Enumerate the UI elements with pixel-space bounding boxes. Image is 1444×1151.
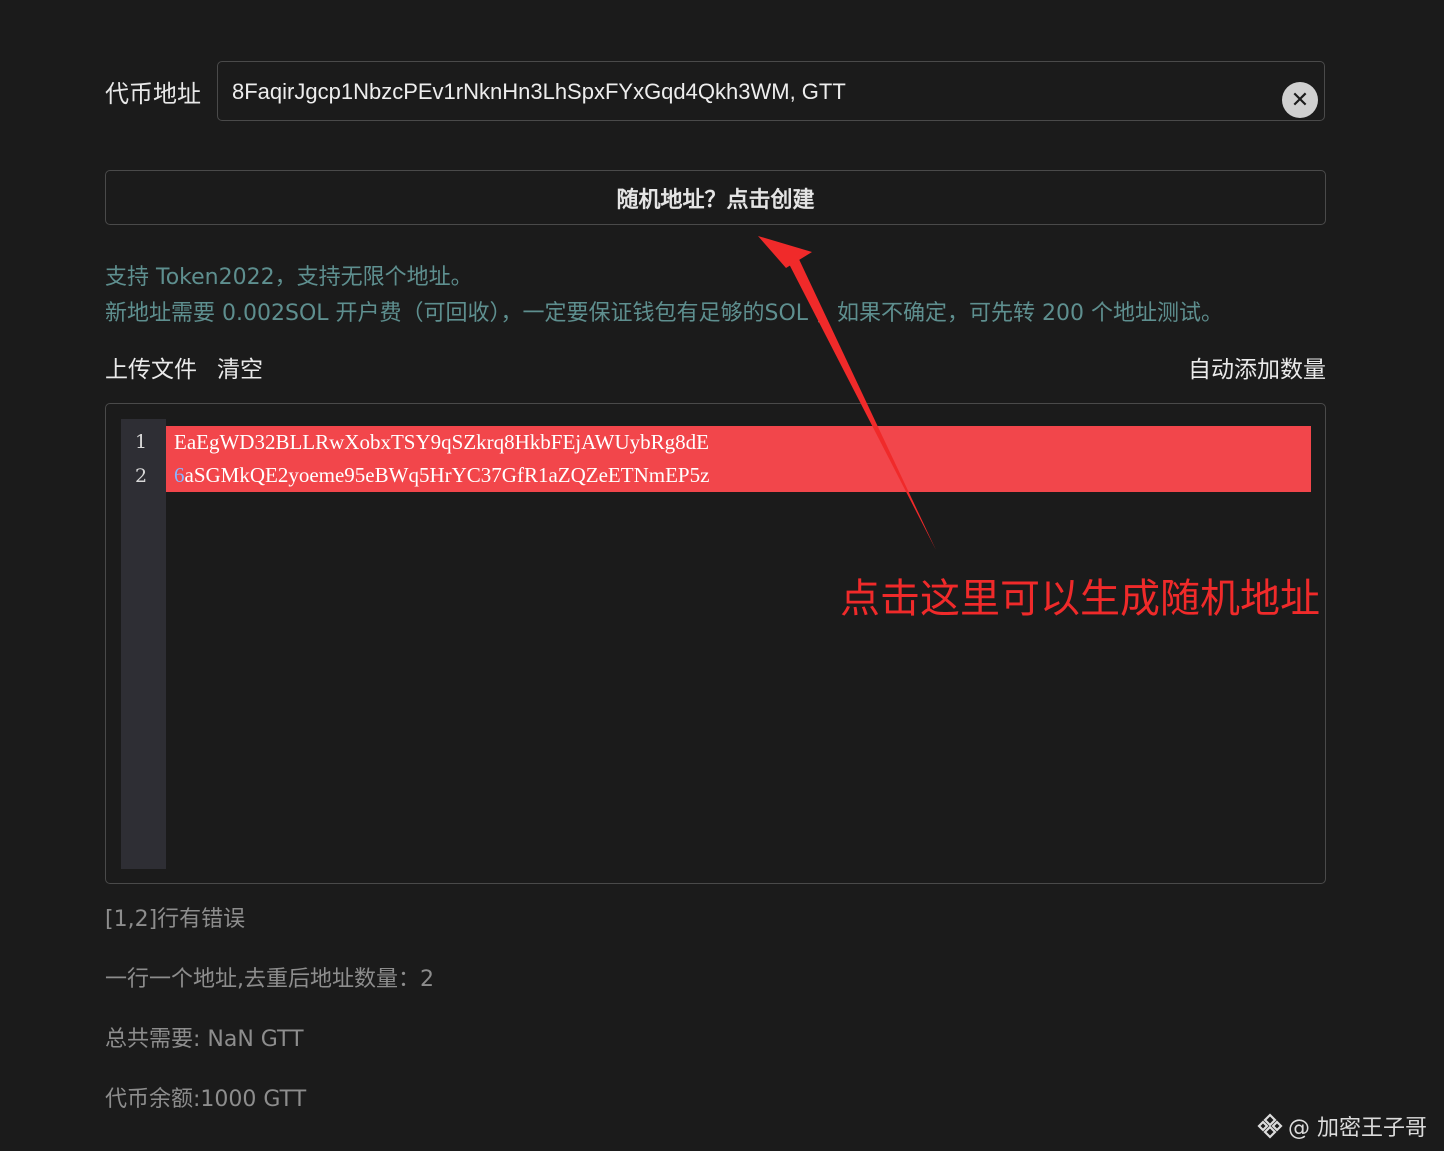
upload-file-button[interactable]: 上传文件 bbox=[105, 350, 197, 384]
fee-note: 新地址需要 0.002SOL 开户费（可回收），一定要保证钱包有足够的SOL ，… bbox=[105, 301, 1224, 326]
auto-add-count-button[interactable]: 自动添加数量 bbox=[1188, 350, 1326, 384]
annotation-text: 点击这里可以生成随机地址 bbox=[840, 576, 1320, 622]
error-status: [1,2]行有错误 bbox=[105, 907, 246, 932]
address-text: aSGMkQE2yoeme95eBWq5HrYC37GfR1aZQZeETNmE… bbox=[184, 463, 710, 487]
binance-logo-icon bbox=[1257, 1113, 1283, 1139]
token-address-input[interactable] bbox=[232, 76, 1272, 108]
editor-line-error[interactable]: 6aSGMkQE2yoeme95eBWq5HrYC37GfR1aZQZeETNm… bbox=[166, 459, 1311, 492]
support-note: 支持 Token2022，支持无限个地址。 bbox=[105, 265, 473, 290]
editor-line-error[interactable]: EaEgWD32BLLRwXobxTSY9qSZkrq8HkbFEjAWUybR… bbox=[166, 426, 1311, 459]
address-text: EaEgWD32BLLRwXobxTSY9qSZkrq8HkbFEjAWUybR… bbox=[174, 430, 709, 454]
address-count: 一行一个地址,去重后地址数量：2 bbox=[105, 967, 434, 992]
watermark-text: @ 加密王子哥 bbox=[1288, 1116, 1427, 1141]
token-balance: 代币余额:1000 GTT bbox=[105, 1087, 307, 1112]
line-number-gutter: 1 2 bbox=[121, 419, 166, 869]
token-address-label: 代币地址 bbox=[105, 80, 201, 108]
address-editor[interactable]: 1 2 EaEgWD32BLLRwXobxTSY9qSZkrq8HkbFEjAW… bbox=[105, 403, 1326, 884]
close-circle-icon[interactable]: ✕ bbox=[1282, 82, 1318, 118]
total-required: 总共需要: NaN GTT bbox=[105, 1027, 304, 1052]
token-address-field[interactable]: ✕ bbox=[217, 61, 1325, 121]
cursor-char: 6 bbox=[174, 463, 185, 487]
watermark: @ 加密王子哥 bbox=[1256, 1110, 1427, 1142]
clear-button[interactable]: 清空 bbox=[217, 350, 263, 384]
page: 代币地址 ✕ 随机地址？点击创建 支持 Token2022，支持无限个地址。 新… bbox=[0, 0, 1444, 1151]
line-number: 1 bbox=[134, 431, 148, 453]
line-number: 2 bbox=[134, 465, 148, 487]
random-address-button[interactable]: 随机地址？点击创建 bbox=[105, 170, 1326, 225]
